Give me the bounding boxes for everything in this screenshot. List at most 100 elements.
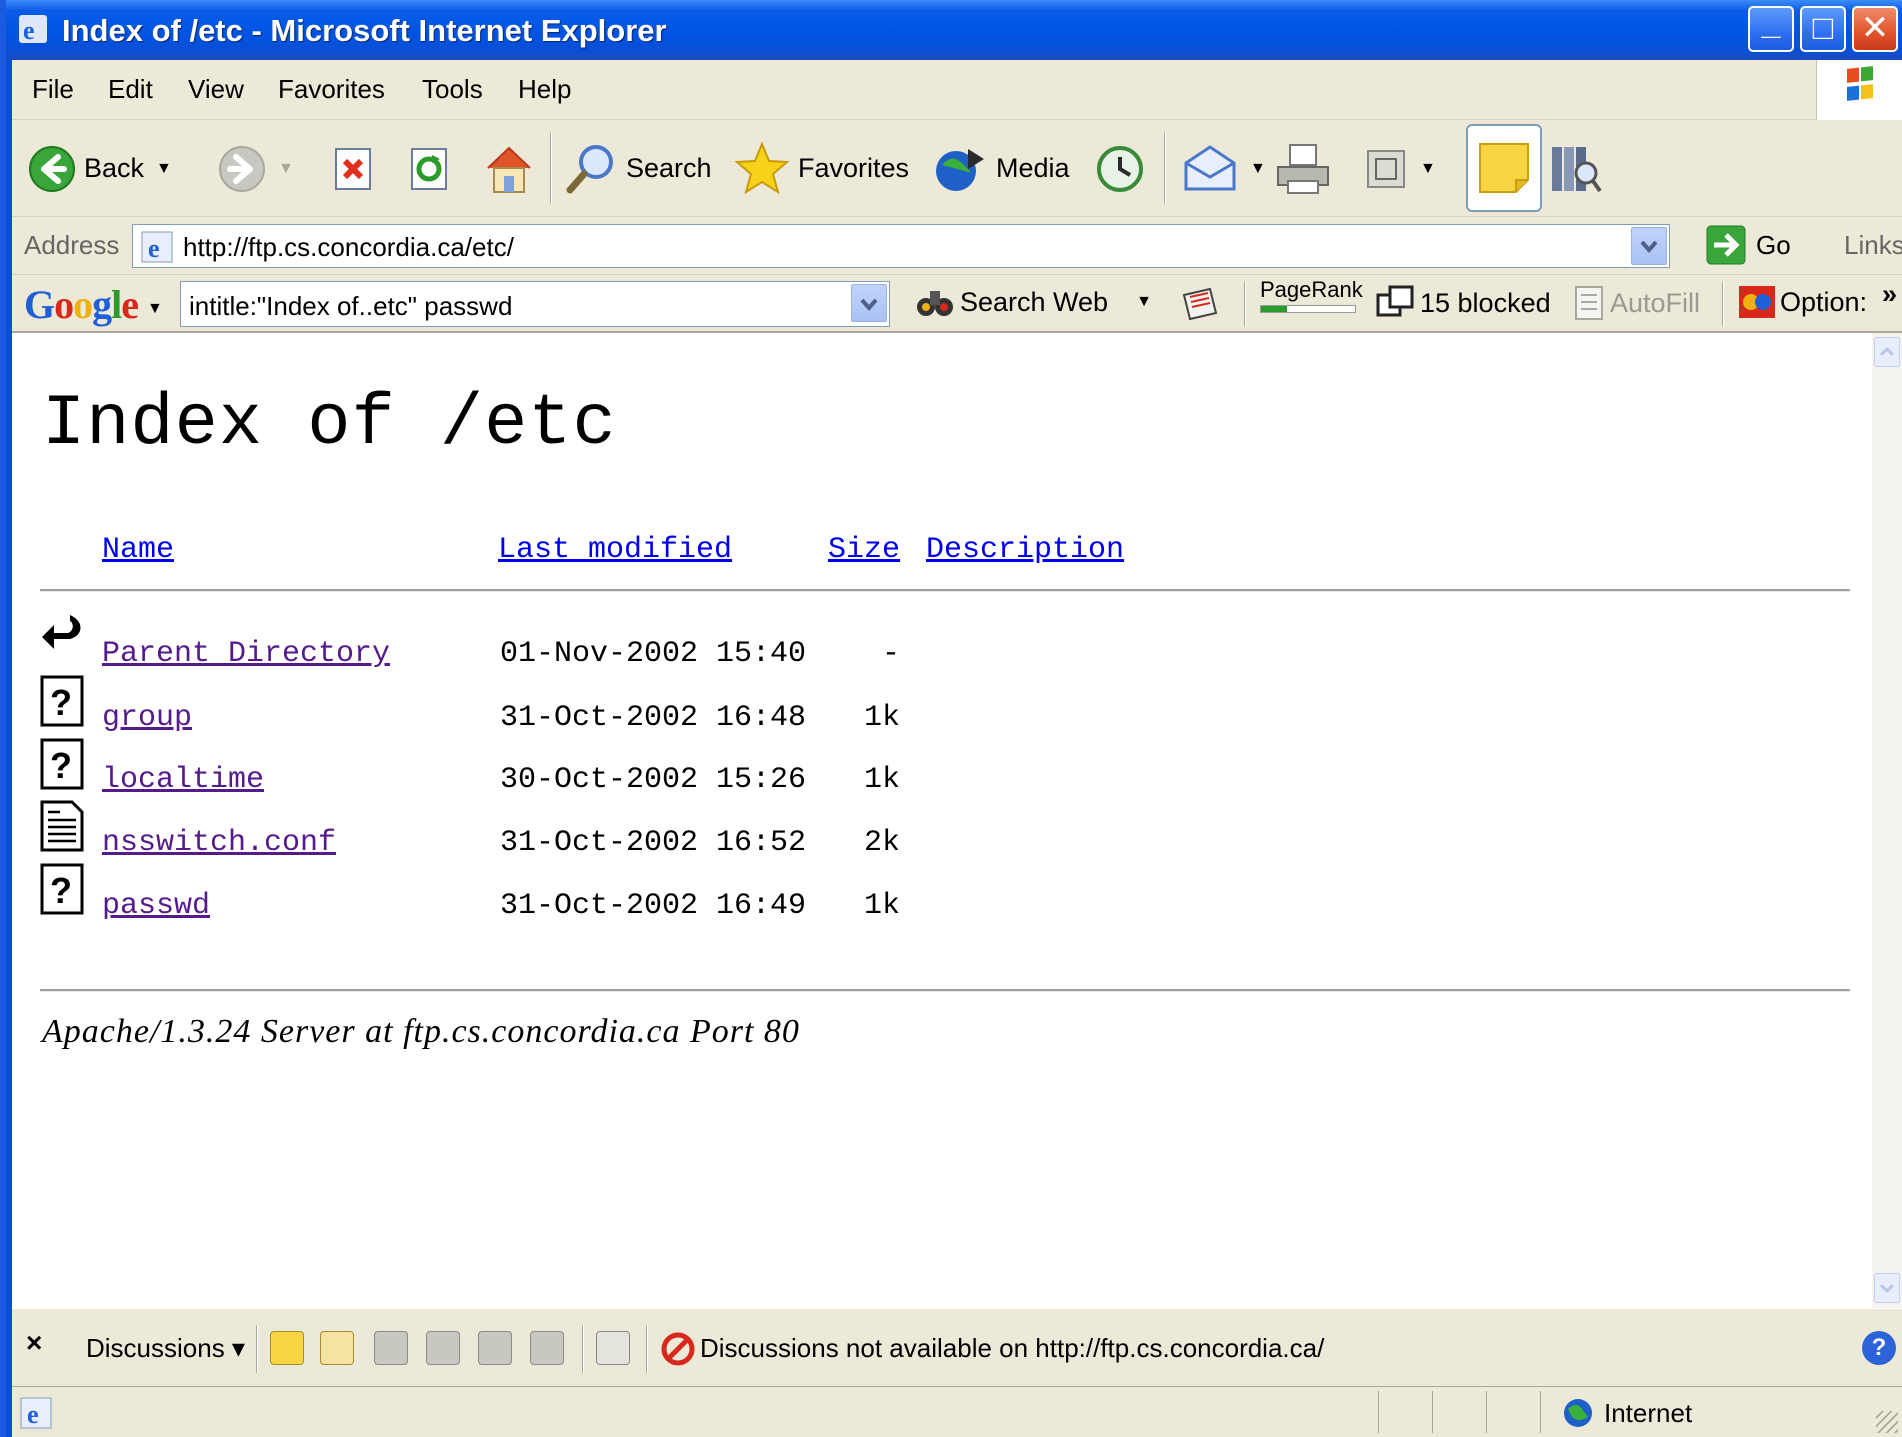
stop-button[interactable] <box>334 120 374 217</box>
google-menu-dropdown-icon[interactable]: ▼ <box>147 300 163 317</box>
file-link-group[interactable]: group <box>102 701 192 735</box>
status-cell <box>1486 1391 1487 1433</box>
maximize-button[interactable]: □ <box>1800 6 1846 52</box>
unknown-file-icon: ? <box>40 863 84 915</box>
mail-button[interactable]: ▼ <box>1182 120 1266 217</box>
address-label: Address <box>24 230 120 260</box>
close-button[interactable]: ✕ <box>1852 6 1898 52</box>
blocked-count-label: 15 blocked <box>1420 287 1551 318</box>
menu-tools[interactable]: Tools <box>422 74 483 105</box>
back-arrow-icon <box>42 615 81 649</box>
home-icon <box>487 146 531 193</box>
back-label: Back <box>84 153 145 183</box>
research-button[interactable] <box>1548 120 1604 217</box>
title-bar[interactable]: e Index of /etc - Microsoft Internet Exp… <box>6 0 1902 60</box>
refresh-icon <box>411 147 447 190</box>
help-icon[interactable]: ? <box>1862 1331 1896 1365</box>
favorites-button[interactable]: Favorites <box>734 120 909 217</box>
address-url: http://ftp.cs.concordia.ca/etc/ <box>183 232 514 262</box>
vertical-scrollbar[interactable] <box>1872 333 1902 1308</box>
home-button[interactable] <box>482 120 536 217</box>
google-options-button[interactable]: Option: <box>1738 285 1867 319</box>
print-icon <box>1277 143 1329 194</box>
search-button[interactable]: Search <box>564 120 712 217</box>
autofill-button[interactable]: AutoFill <box>1574 285 1700 321</box>
file-link-localtime[interactable]: localtime <box>102 763 264 797</box>
history-button[interactable] <box>1092 120 1148 217</box>
discussions-close-button[interactable]: × <box>26 1327 42 1359</box>
page-status-icon: e <box>20 1397 52 1429</box>
pagerank-indicator[interactable]: PageRank <box>1260 277 1363 313</box>
favorites-label: Favorites <box>798 153 910 183</box>
previous-discussion-icon[interactable] <box>478 1331 512 1365</box>
menu-help[interactable]: Help <box>518 74 571 105</box>
file-modified: 31-Oct-2002 16:48 <box>500 701 807 735</box>
google-logo[interactable]: Google ▼ <box>24 281 163 328</box>
search-web-dropdown-icon[interactable]: ▼ <box>1136 293 1152 311</box>
column-header-size[interactable]: Size <box>828 533 900 567</box>
discussions-status-message: Discussions not available on http://ftp.… <box>700 1333 1325 1363</box>
address-dropdown-button[interactable] <box>1631 227 1667 265</box>
google-news-button[interactable] <box>1180 285 1220 323</box>
refresh-button[interactable] <box>410 120 450 217</box>
print-button[interactable] <box>1274 120 1332 217</box>
forward-dropdown-icon[interactable]: ▼ <box>278 160 294 178</box>
resize-grip[interactable] <box>1876 1411 1898 1433</box>
globe-icon <box>1564 1399 1592 1427</box>
page-ie-icon: e <box>141 231 173 263</box>
research-books-icon <box>1552 146 1602 192</box>
go-arrow-icon <box>1706 225 1746 265</box>
popup-blocker-button[interactable]: 15 blocked <box>1376 285 1551 321</box>
go-button[interactable]: Go <box>1706 225 1791 265</box>
back-dropdown-icon[interactable]: ▼ <box>156 160 172 178</box>
ie-logo-icon: e <box>19 15 47 44</box>
insert-discussion-icon[interactable] <box>270 1331 304 1365</box>
back-button[interactable]: Back ▼ <box>28 120 172 217</box>
file-link-nsswitch-conf[interactable]: nsswitch.conf <box>102 826 336 860</box>
favorites-star-icon <box>734 140 790 194</box>
search-icon <box>566 144 613 193</box>
subscribe-icon[interactable] <box>596 1331 630 1365</box>
edit-page-icon <box>1367 149 1405 188</box>
file-link-passwd[interactable]: passwd <box>102 889 210 923</box>
reply-discussion-icon[interactable] <box>320 1331 354 1365</box>
stop-icon <box>335 147 371 190</box>
security-zone[interactable]: Internet <box>1562 1397 1692 1429</box>
media-button[interactable]: Media <box>932 120 1070 217</box>
menu-favorites[interactable]: Favorites <box>278 74 385 105</box>
address-input[interactable]: e http://ftp.cs.concordia.ca/etc/ <box>132 224 1670 268</box>
google-toolbar: Google ▼ intitle:"Index of..etc" passwd … <box>12 275 1902 333</box>
column-header-description[interactable]: Description <box>926 533 1124 567</box>
column-header-name[interactable]: Name <box>102 533 174 567</box>
notes-button[interactable] <box>1466 124 1542 212</box>
column-header-last-modified[interactable]: Last modified <box>498 533 732 567</box>
file-modified: 31-Oct-2002 16:52 <box>500 826 807 860</box>
collapse-discussions-icon[interactable] <box>426 1331 460 1365</box>
chevron-down-icon <box>1879 1283 1895 1294</box>
expand-discussions-icon[interactable] <box>374 1331 408 1365</box>
google-search-input[interactable]: intitle:"Index of..etc" passwd <box>180 281 890 327</box>
svg-text:?: ? <box>50 682 72 723</box>
minimize-button[interactable]: _ <box>1748 6 1794 52</box>
forward-button[interactable]: ▼ <box>218 120 294 217</box>
text-file-icon <box>40 800 84 852</box>
menu-view[interactable]: View <box>188 74 244 105</box>
menu-edit[interactable]: Edit <box>108 74 153 105</box>
mail-dropdown-icon[interactable]: ▼ <box>1250 160 1266 178</box>
status-cell <box>1540 1391 1541 1433</box>
file-link-parent-directory[interactable]: Parent Directory <box>102 637 390 671</box>
discussions-menu-button[interactable]: Discussions ▾ <box>86 1333 245 1364</box>
standard-toolbar: Back ▼ ▼ Search Favorites Media ▼ ▼ <box>12 120 1902 217</box>
edit-button[interactable]: ▼ <box>1364 120 1436 217</box>
google-query-text: intitle:"Index of..etc" passwd <box>189 291 513 321</box>
google-search-web-button[interactable]: Search Web ▼ <box>916 285 1152 319</box>
links-button[interactable]: Links <box>1844 230 1902 261</box>
menu-file[interactable]: File <box>32 74 74 105</box>
google-query-dropdown-button[interactable] <box>851 284 887 322</box>
edit-dropdown-icon[interactable]: ▼ <box>1420 160 1436 178</box>
scroll-up-button[interactable] <box>1874 337 1900 367</box>
discussions-separator <box>256 1325 258 1373</box>
next-discussion-icon[interactable] <box>530 1331 564 1365</box>
google-toolbar-overflow-button[interactable]: » <box>1882 279 1897 310</box>
scroll-down-button[interactable] <box>1874 1273 1900 1303</box>
